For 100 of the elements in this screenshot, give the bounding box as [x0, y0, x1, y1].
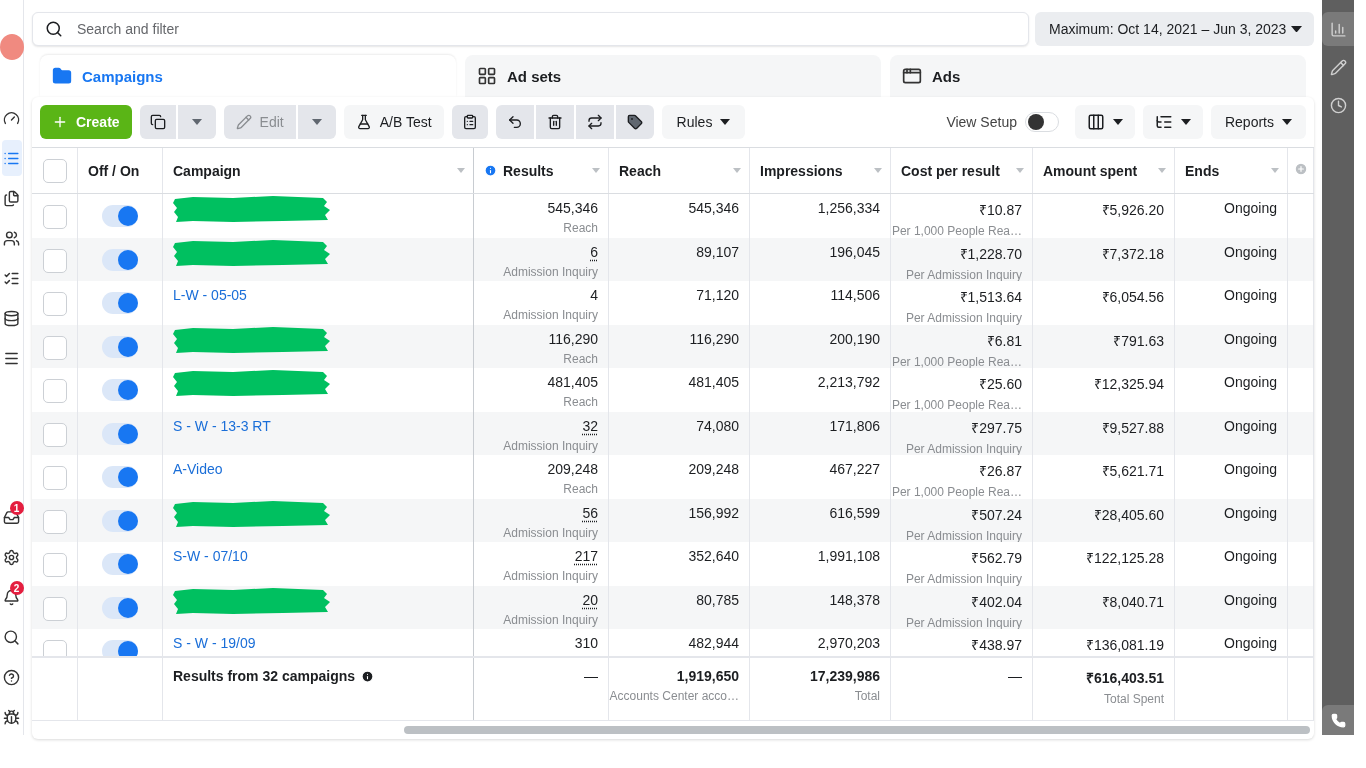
date-range-button[interactable]: Maximum: Oct 14, 2021 – Jun 3, 2023 [1035, 12, 1314, 46]
on-off-toggle[interactable] [102, 292, 138, 314]
undo-button[interactable] [495, 105, 534, 139]
results-value: 217 [574, 548, 598, 564]
avatar[interactable] [0, 34, 24, 60]
reports-button[interactable]: Reports [1210, 105, 1306, 139]
phone-icon[interactable] [1322, 705, 1354, 735]
on-off-toggle[interactable] [102, 379, 138, 401]
info-icon [361, 669, 375, 683]
delete-button[interactable] [535, 105, 574, 139]
cost-value: ₹25.60 [978, 375, 1022, 393]
list-icon[interactable] [1, 140, 22, 176]
view-setup-switch[interactable] [1024, 112, 1059, 132]
columns-icon [1086, 113, 1105, 131]
on-off-toggle[interactable] [102, 466, 138, 488]
horizontal-scrollbar[interactable] [404, 726, 1310, 734]
campaign-link[interactable]: S - W - 13-3 RT [173, 417, 271, 434]
row-checkbox[interactable] [42, 248, 67, 273]
cost-value: ₹402.04 [971, 592, 1022, 611]
duplicate-button[interactable] [139, 105, 176, 139]
row-checkbox[interactable] [42, 509, 67, 534]
reach-value: 545,346 [688, 200, 739, 216]
cost-basis: Per Admission Inquiry [905, 528, 1022, 542]
amount-value: ₹12,325.94 [1093, 375, 1164, 393]
campaign-link[interactable]: A-Video [173, 461, 223, 477]
result-type: Admission Inquiry [503, 612, 598, 627]
row-checkbox[interactable] [42, 205, 67, 229]
bar-chart-icon[interactable] [1322, 12, 1354, 46]
cost-value: ₹438.97 [971, 636, 1022, 654]
reach-value: 80,785 [696, 591, 739, 608]
amount-total: ₹616,403.51 [1085, 669, 1164, 687]
cost-basis: Per 1,000 People Rea… [891, 354, 1022, 368]
row-checkbox[interactable] [42, 379, 67, 403]
search-icon [3, 628, 20, 646]
caret-icon [1291, 25, 1302, 33]
view-setup-label: View Setup [946, 114, 1017, 130]
on-off-toggle[interactable] [102, 422, 138, 445]
column-header[interactable]: Ends [1175, 148, 1288, 193]
amount-value: ₹6,054.56 [1101, 288, 1164, 306]
column-header[interactable]: Campaign [163, 148, 474, 193]
rules-button[interactable]: Rules [661, 105, 746, 139]
end-status: Ongoing [1224, 374, 1277, 390]
column-header[interactable]: Impressions [750, 148, 891, 193]
cost-value: ₹26.87 [978, 462, 1022, 480]
campaign-link[interactable]: S - W - 19/09 [173, 635, 256, 651]
on-off-toggle[interactable] [102, 509, 138, 532]
end-status: Ongoing [1224, 287, 1277, 303]
select-all-checkbox[interactable] [42, 159, 67, 183]
column-header[interactable]: Cost per result [891, 148, 1033, 193]
column-header[interactable]: Results [474, 148, 609, 193]
tag-button[interactable] [615, 105, 654, 139]
row-checkbox[interactable] [42, 422, 67, 447]
column-header[interactable]: Reach [609, 148, 750, 193]
column-header[interactable]: Off / On [78, 148, 163, 193]
result-type: Reach [563, 482, 598, 496]
impressions-value: 2,970,203 [817, 635, 880, 651]
settings-icon [3, 548, 20, 566]
sort-icon [592, 168, 600, 173]
on-off-toggle[interactable] [102, 596, 138, 619]
ab-test-button[interactable]: A/B Test [343, 105, 444, 139]
on-off-toggle[interactable] [102, 248, 138, 271]
campaign-link[interactable]: L-W - 05-05 [173, 287, 247, 303]
row-checkbox[interactable] [42, 466, 67, 490]
result-type: Admission Inquiry [503, 308, 598, 322]
amount-value: ₹5,621.71 [1101, 462, 1164, 480]
results-value: 209,248 [547, 461, 598, 477]
amount-value: ₹791.63 [1113, 331, 1164, 350]
on-off-toggle[interactable] [102, 553, 138, 575]
tab[interactable]: Campaigns [40, 55, 456, 97]
tab[interactable]: Ad sets [465, 55, 881, 97]
column-header[interactable]: Amount spent [1033, 148, 1175, 193]
cost-value: ₹10.87 [978, 201, 1022, 219]
row-checkbox[interactable] [42, 553, 67, 577]
amount-total-label: Total Spent [1103, 692, 1164, 706]
results-value: 545,346 [547, 200, 598, 216]
sort-icon [1016, 168, 1024, 173]
clipboard-icon [461, 114, 478, 130]
clipboard-button[interactable] [451, 105, 488, 139]
trash-icon [546, 114, 563, 130]
dropdown-button[interactable] [297, 105, 336, 139]
result-type: Reach [563, 395, 598, 409]
columns-button[interactable] [1074, 105, 1135, 139]
sidebar-button[interactable]: 2 [1, 579, 22, 615]
reach-total: 1,919,650 [676, 668, 739, 684]
amount-value: ₹7,372.18 [1101, 244, 1164, 263]
breakdown-button[interactable] [1142, 105, 1203, 139]
reach-value: 156,992 [688, 504, 739, 521]
caret-icon [1180, 119, 1191, 125]
impressions-total-label: Total [854, 689, 880, 703]
cost-value: ₹297.75 [971, 418, 1022, 437]
tab[interactable]: Ads [890, 55, 1306, 97]
row-checkbox[interactable] [42, 292, 67, 316]
row-checkbox[interactable] [42, 335, 67, 360]
swap-button[interactable] [575, 105, 614, 139]
row-checkbox[interactable] [42, 596, 67, 621]
campaign-link[interactable]: S-W - 07/10 [173, 548, 248, 564]
on-off-toggle[interactable] [102, 205, 138, 227]
on-off-toggle[interactable] [102, 335, 138, 358]
amount-value: ₹28,405.60 [1093, 505, 1164, 524]
sidebar-button[interactable]: 1 [1, 499, 22, 535]
